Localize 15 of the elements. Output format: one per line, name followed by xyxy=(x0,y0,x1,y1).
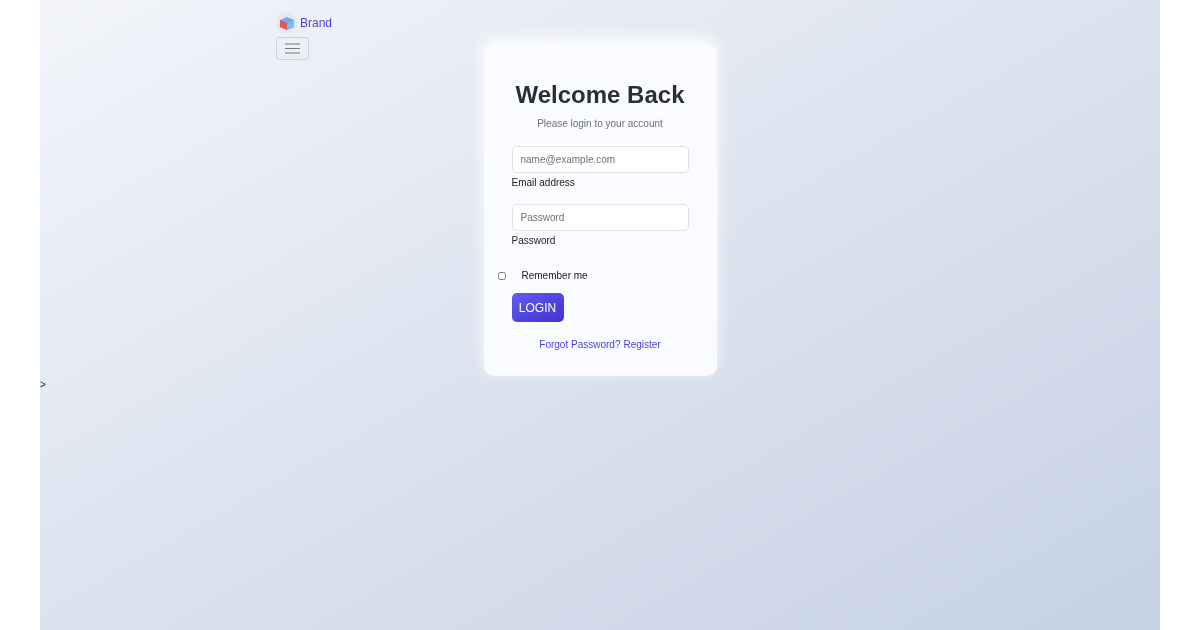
text-field[interactable]: name@example.com xyxy=(511,146,689,173)
field-label: Email address xyxy=(511,176,575,190)
text-field[interactable]: Password xyxy=(511,204,689,231)
text-link[interactable]: Register xyxy=(623,337,661,352)
field-label: Password xyxy=(511,234,556,248)
remember-label: Remember me xyxy=(521,269,588,283)
menu-icon xyxy=(285,43,300,54)
stray-text: > xyxy=(40,378,46,392)
text-link[interactable]: Forgot Password? xyxy=(539,337,621,352)
cube-logo-icon xyxy=(276,12,298,34)
card-subtitle: Please login to your account xyxy=(537,117,663,131)
brand-link[interactable]: Brand xyxy=(300,14,333,32)
login-button[interactable]: LOGIN xyxy=(511,293,564,322)
card-title: Welcome Back xyxy=(515,80,685,110)
remember-checkbox[interactable] xyxy=(497,271,506,280)
